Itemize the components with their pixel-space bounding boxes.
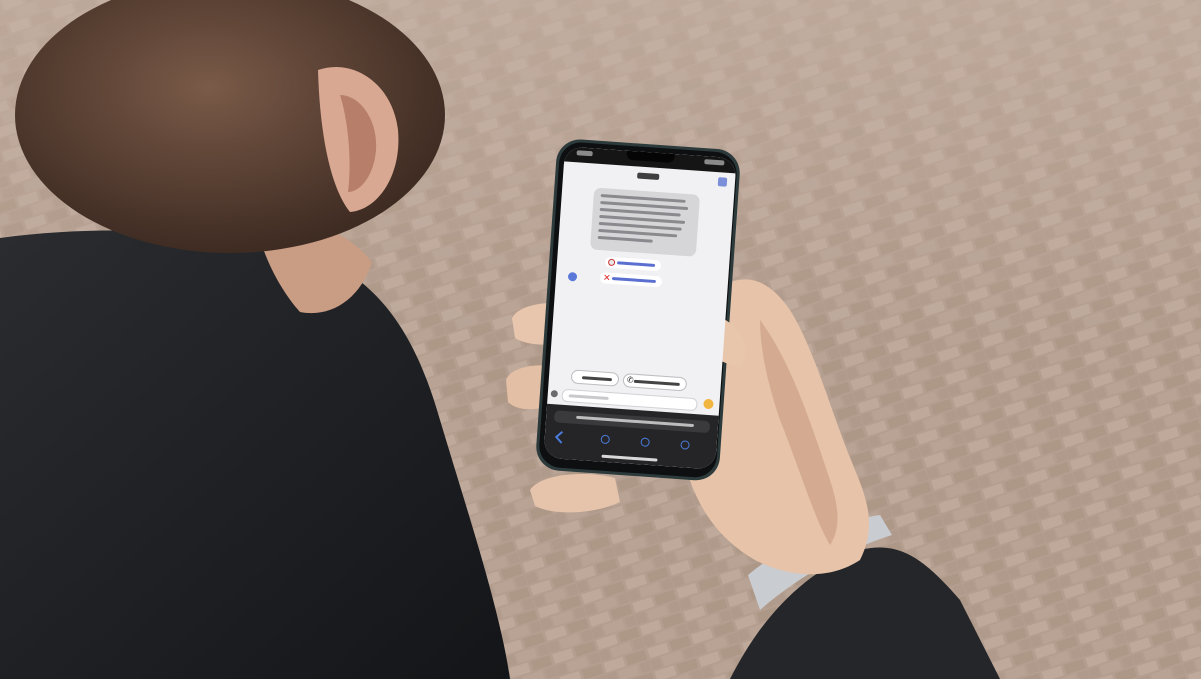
status-time xyxy=(576,150,593,157)
address-bar[interactable] xyxy=(553,410,711,434)
option-chip-2-label xyxy=(611,276,656,284)
share-icon[interactable] xyxy=(600,434,611,445)
bot-avatar-icon xyxy=(567,271,578,282)
send-icon[interactable] xyxy=(703,398,714,410)
camera-notch xyxy=(626,150,675,164)
back-icon[interactable] xyxy=(554,430,568,444)
action-button-1-label xyxy=(581,376,613,382)
menu-icon[interactable] xyxy=(717,177,728,187)
app-logo xyxy=(637,172,660,181)
flag-icon xyxy=(607,258,616,267)
bookmarks-icon[interactable] xyxy=(640,437,650,447)
phone-screen: ✕ ✆ xyxy=(543,146,737,470)
chat-area: ✕ xyxy=(548,181,734,397)
tabs-icon[interactable] xyxy=(680,440,690,450)
cross-icon: ✕ xyxy=(602,272,611,283)
phone-icon: ✆ xyxy=(626,375,634,385)
status-icons xyxy=(704,159,725,166)
option-chip-2[interactable]: ✕ xyxy=(599,272,663,288)
home-indicator xyxy=(601,454,658,462)
bot-message-bubble xyxy=(589,187,701,257)
option-chip-1-label xyxy=(616,261,656,267)
attach-icon[interactable] xyxy=(550,389,559,398)
photo-scene: ✕ ✆ xyxy=(0,0,1201,679)
action-button-2-label xyxy=(633,379,680,386)
option-chip-1[interactable] xyxy=(604,256,662,272)
